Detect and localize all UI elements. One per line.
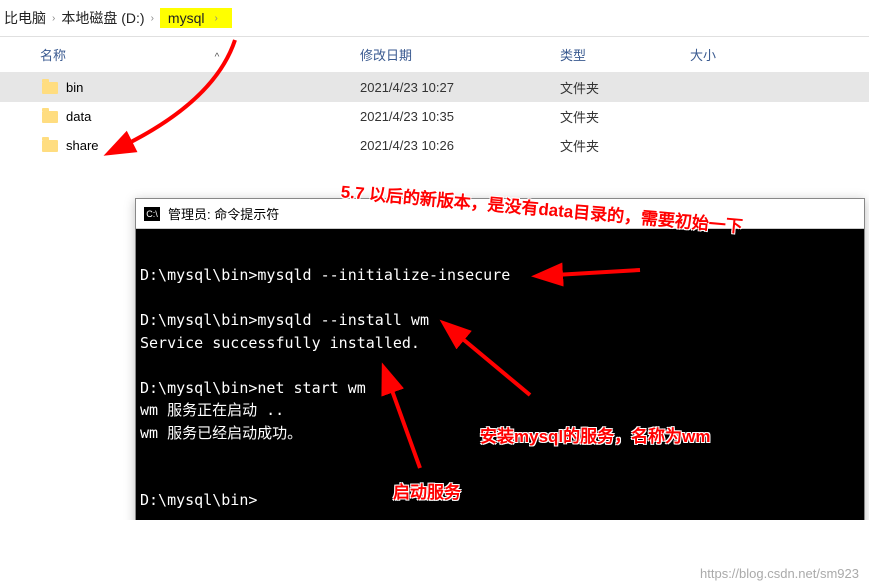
column-header-name-text: 名称 [40, 48, 66, 63]
table-row[interactable]: data 2021/4/23 10:35文件夹 [0, 102, 869, 131]
folder-icon [42, 111, 58, 123]
chevron-right-icon: › [214, 13, 217, 24]
column-header-name[interactable]: 名称 ^ [0, 45, 360, 64]
column-header-size[interactable]: 大小 [690, 45, 810, 64]
command-prompt-title-text: 管理员: 命令提示符 [168, 204, 279, 223]
chevron-right-icon: › [151, 13, 154, 24]
watermark: https://blog.csdn.net/sm923 [700, 566, 859, 581]
file-date: 2021/4/23 10:35 [360, 109, 560, 124]
file-type: 文件夹 [560, 136, 690, 155]
file-date: 2021/4/23 10:26 [360, 138, 560, 153]
file-type: 文件夹 [560, 107, 690, 126]
file-name: data [66, 109, 91, 124]
command-prompt-titlebar[interactable]: C:\ 管理员: 命令提示符 [136, 199, 864, 229]
file-list: 名称 ^ 修改日期 类型 大小 bin2021/4/23 10:27文件夹dat… [0, 37, 869, 160]
command-prompt-window: C:\ 管理员: 命令提示符 D:\mysql\bin>mysqld --ini… [135, 198, 865, 550]
file-name: bin [66, 80, 83, 95]
breadcrumb-current-highlight[interactable]: mysql › [160, 8, 232, 28]
file-list-header-row: 名称 ^ 修改日期 类型 大小 [0, 37, 869, 73]
breadcrumb-drive[interactable]: 本地磁盘 (D:) [61, 8, 144, 28]
file-type: 文件夹 [560, 78, 690, 97]
breadcrumb-current-text: mysql [168, 10, 205, 26]
folder-icon [42, 140, 58, 152]
column-header-date[interactable]: 修改日期 [360, 45, 560, 64]
breadcrumb: 比电脑 › 本地磁盘 (D:) › mysql › [0, 0, 869, 37]
command-prompt-output[interactable]: D:\mysql\bin>mysqld --initialize-insecur… [136, 229, 864, 549]
file-list-body: bin2021/4/23 10:27文件夹data2021/4/23 10:35… [0, 73, 869, 160]
column-header-type[interactable]: 类型 [560, 45, 690, 64]
sort-ascending-icon: ^ [70, 52, 220, 63]
file-date: 2021/4/23 10:27 [360, 80, 560, 95]
folder-icon [42, 82, 58, 94]
command-prompt-icon: C:\ [144, 207, 160, 221]
chevron-right-icon: › [52, 13, 55, 24]
file-name: share [66, 138, 99, 153]
table-row[interactable]: share 2021/4/23 10:26文件夹 [0, 131, 869, 160]
table-row[interactable]: bin 2021/4/23 10:27文件夹 [0, 73, 869, 102]
breadcrumb-root[interactable]: 比电脑 [4, 8, 46, 28]
